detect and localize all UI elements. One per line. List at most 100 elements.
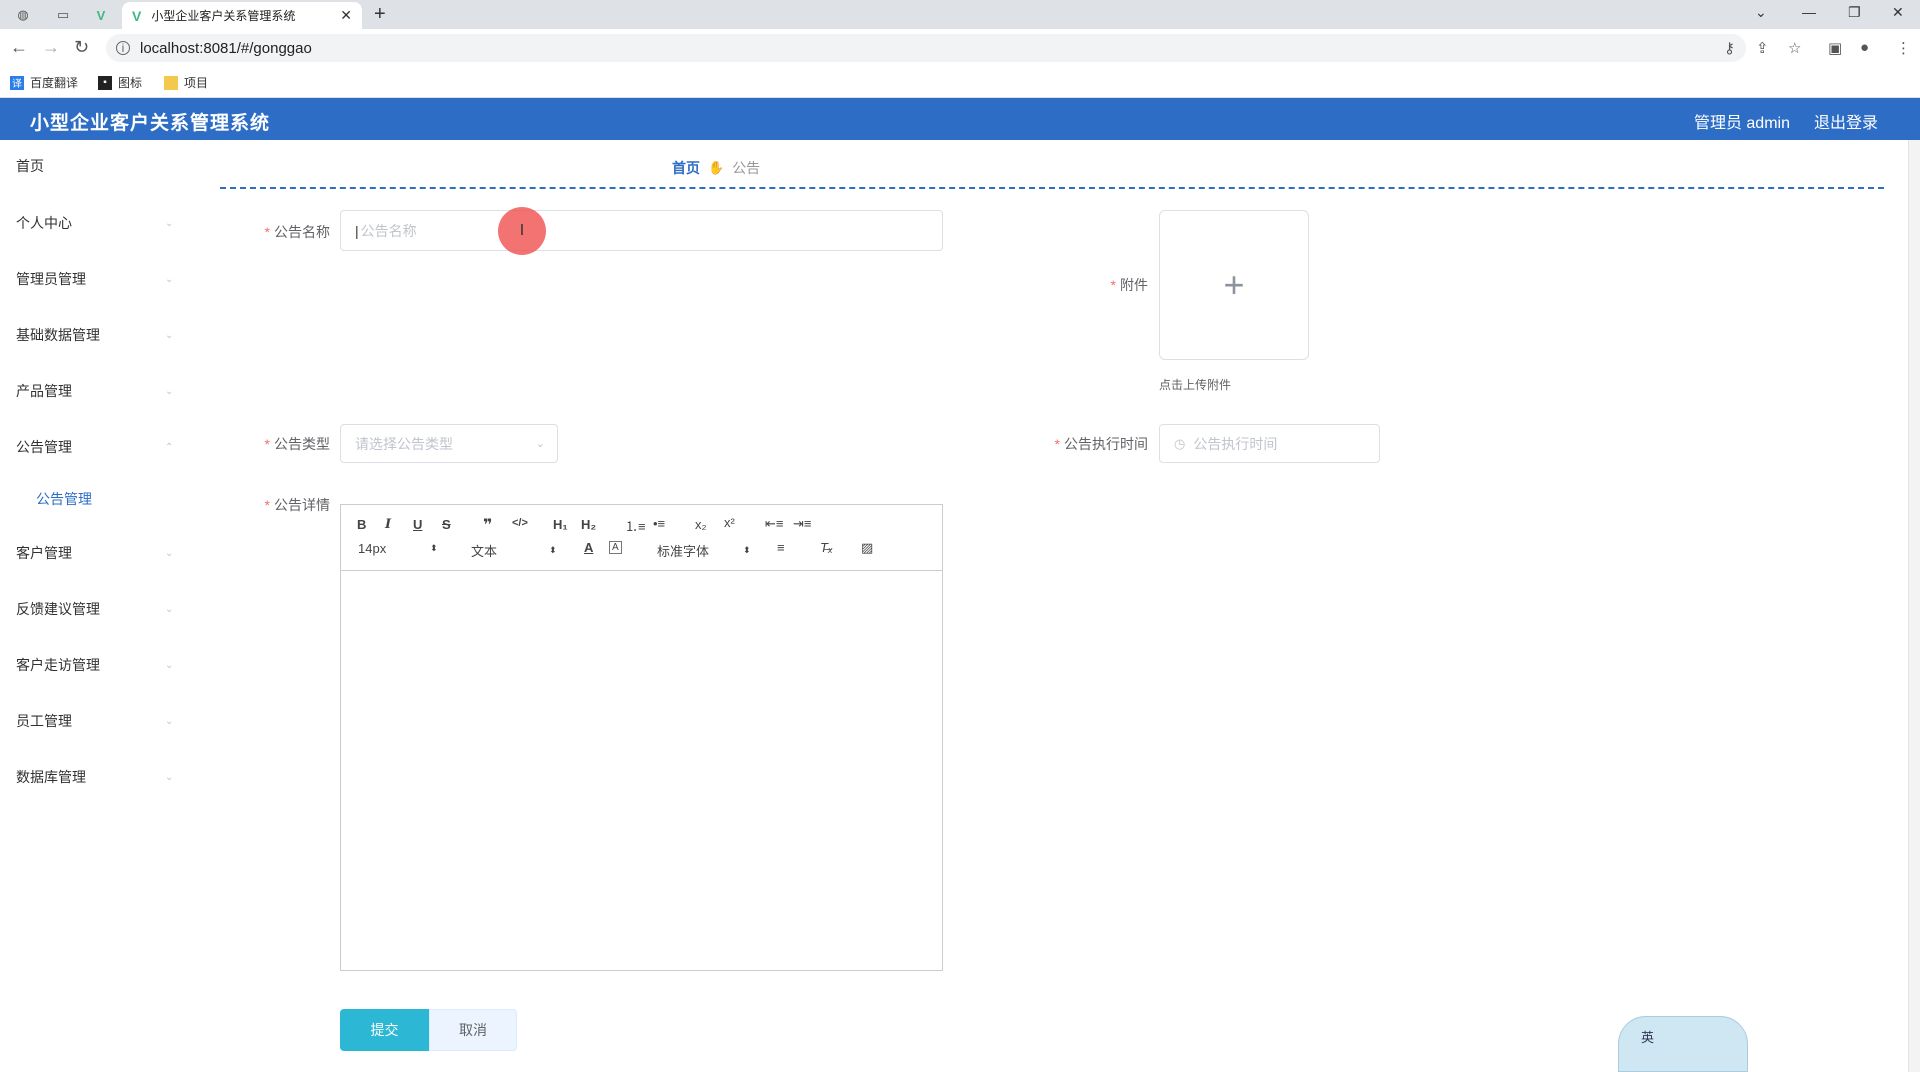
clear-format-icon[interactable]: T̶ₓ <box>820 540 833 555</box>
heading1-icon[interactable]: H₁ <box>553 517 568 532</box>
align-icon[interactable]: ≡ <box>777 540 785 555</box>
ime-widget[interactable]: 英 <box>1618 1016 1748 1072</box>
blockquote-icon[interactable]: ❞ <box>483 515 492 535</box>
chevron-down-icon: ⌄ <box>165 659 174 671</box>
sidebar-item-customers[interactable]: 客户管理 ⌄ <box>0 533 180 573</box>
clock-icon: ◷ <box>1174 435 1186 451</box>
chevron-down-icon: ⌄ <box>535 438 545 450</box>
menu-icon[interactable]: ⋮ <box>1896 39 1911 57</box>
sidebar-item-label: 反馈建议管理 <box>16 601 100 617</box>
editor-content-area[interactable] <box>341 571 942 970</box>
announcement-name-input[interactable]: | 公告名称 <box>340 210 943 251</box>
rich-text-editor: B I U S ❞ </> H₁ H₂ ⒈≡ •≡ x₂ x² ⇤≡ ⇥≡ 14… <box>340 504 943 971</box>
tab-icon[interactable]: ▭ <box>48 4 78 26</box>
image-insert-icon[interactable]: ▨ <box>861 540 873 556</box>
close-window-icon[interactable]: ✕ <box>1892 4 1904 21</box>
profile-icon[interactable]: ● <box>1860 39 1869 56</box>
sidebar-item-visits[interactable]: 客户走访管理 ⌄ <box>0 645 180 685</box>
bookmark-project[interactable]: 项目 <box>164 74 208 91</box>
sidebar-item-label: 管理员管理 <box>16 271 86 287</box>
bookmark-label: 图标 <box>118 76 143 90</box>
text-cursor-icon: I <box>498 207 546 255</box>
detail-label: * 公告详情 <box>264 497 330 513</box>
reload-icon[interactable]: ↻ <box>74 37 89 58</box>
upload-attachment-button[interactable]: + <box>1159 210 1309 360</box>
background-color-icon[interactable]: A <box>609 541 622 554</box>
updown-icon: ⬍ <box>430 543 438 553</box>
chevron-up-icon: ⌃ <box>165 441 174 453</box>
time-label: * 公告执行时间 <box>1054 436 1148 452</box>
globe-icon[interactable]: ◍ <box>8 4 38 26</box>
sidebar-item-products[interactable]: 产品管理 ⌄ <box>0 371 180 411</box>
font-family-value: 标准字体 <box>657 544 710 559</box>
header-format-select[interactable]: 文本 ⬍ <box>471 541 557 560</box>
bookmark-icons[interactable]: ▪ 图标 <box>98 74 142 91</box>
subscript-icon[interactable]: x₂ <box>695 517 707 532</box>
url-text: localhost:8081/#/gonggao <box>140 39 312 57</box>
code-block-icon[interactable]: </> <box>512 517 528 529</box>
superscript-icon[interactable]: x² <box>724 515 735 530</box>
chevron-down-icon: ⌄ <box>165 715 174 727</box>
tab-search-icon[interactable]: ⌄ <box>1755 4 1767 21</box>
app-header: 小型企业客户关系管理系统 管理员 admin 退出登录 <box>0 98 1920 140</box>
type-label: * 公告类型 <box>264 436 330 452</box>
font-color-icon[interactable]: A <box>584 540 593 555</box>
image-icon: ▪ <box>98 75 112 90</box>
close-tab-icon[interactable]: ✕ <box>340 7 352 24</box>
chevron-down-icon: ⌄ <box>165 273 174 285</box>
name-label: * 公告名称 <box>264 224 330 240</box>
type-placeholder: 请选择公告类型 <box>355 435 453 452</box>
bookmark-baidu-translate[interactable]: 译 百度翻译 <box>10 74 78 91</box>
italic-icon[interactable]: I <box>385 517 391 532</box>
outdent-icon[interactable]: ⇤≡ <box>765 516 783 532</box>
info-icon[interactable]: i <box>116 41 130 55</box>
breadcrumb: 首页 ✋ 公告 <box>672 158 760 178</box>
sidebar-item-basic-data[interactable]: 基础数据管理 ⌄ <box>0 315 180 355</box>
sidebar-item-database[interactable]: 数据库管理 ⌄ <box>0 757 180 797</box>
minimize-icon[interactable]: — <box>1802 4 1816 20</box>
user-label: 管理员 admin <box>1693 115 1790 132</box>
new-tab-button[interactable]: + <box>374 3 386 26</box>
url-field[interactable]: i localhost:8081/#/gonggao <box>106 34 1746 62</box>
restore-icon[interactable]: ❐ <box>1848 4 1861 21</box>
font-family-select[interactable]: 标准字体 ⬍ <box>657 541 751 560</box>
submit-button[interactable]: 提交 <box>340 1009 429 1051</box>
strikethrough-icon[interactable]: S <box>442 517 451 532</box>
sidebar-item-feedback[interactable]: 反馈建议管理 ⌄ <box>0 589 180 629</box>
editor-toolbar: B I U S ❞ </> H₁ H₂ ⒈≡ •≡ x₂ x² ⇤≡ ⇥≡ 14… <box>341 505 942 571</box>
sidebar-item-announcements[interactable]: 公告管理 ⌃ <box>0 427 180 467</box>
vue-tab-icon[interactable]: V <box>86 4 116 26</box>
indent-icon[interactable]: ⇥≡ <box>793 516 811 532</box>
sidebar-item-employees[interactable]: 员工管理 ⌄ <box>0 701 180 741</box>
underline-icon[interactable]: U <box>413 517 422 532</box>
chevron-down-icon: ⌄ <box>165 547 174 559</box>
sidebar-item-label: 客户管理 <box>16 545 72 561</box>
key-icon[interactable]: ⚷ <box>1724 39 1735 57</box>
chevron-down-icon: ⌄ <box>165 603 174 615</box>
sidebar-subitem-announcement-manage[interactable]: 公告管理 <box>0 479 180 519</box>
back-icon[interactable]: ← <box>10 37 28 58</box>
app-title: 小型企业客户关系管理系统 <box>30 113 271 134</box>
sidebar-item-personal[interactable]: 个人中心 ⌄ <box>0 203 180 243</box>
chevron-down-icon: ⌄ <box>165 217 174 229</box>
bold-icon[interactable]: B <box>357 517 366 532</box>
star-icon[interactable]: ☆ <box>1788 39 1801 57</box>
breadcrumb-home[interactable]: 首页 <box>672 158 700 178</box>
sidebar-item-admin[interactable]: 管理员管理 ⌄ <box>0 259 180 299</box>
share-icon[interactable]: ⇪ <box>1756 39 1769 57</box>
heading2-icon[interactable]: H₂ <box>581 517 596 532</box>
sidebar-item-label: 员工管理 <box>16 713 72 729</box>
sidebar-item-label: 数据库管理 <box>16 769 86 785</box>
cancel-button[interactable]: 取消 <box>429 1009 517 1051</box>
bullet-list-icon[interactable]: •≡ <box>653 516 665 531</box>
active-browser-tab[interactable]: V 小型企业客户关系管理系统 ✕ <box>122 2 362 29</box>
page-scrollbar[interactable] <box>1908 140 1920 1072</box>
logout-link[interactable]: 退出登录 <box>1814 109 1878 133</box>
ordered-list-icon[interactable]: ⒈≡ <box>625 516 646 535</box>
font-size-select[interactable]: 14px ⬍ <box>358 541 438 556</box>
forward-icon[interactable]: → <box>42 37 60 58</box>
announcement-type-select[interactable]: 请选择公告类型 ⌄ <box>340 424 558 463</box>
sidepanel-icon[interactable]: ▣ <box>1828 39 1842 57</box>
sidebar-item-home[interactable]: 首页 <box>0 146 180 186</box>
execution-time-picker[interactable]: ◷ 公告执行时间 <box>1159 424 1380 463</box>
